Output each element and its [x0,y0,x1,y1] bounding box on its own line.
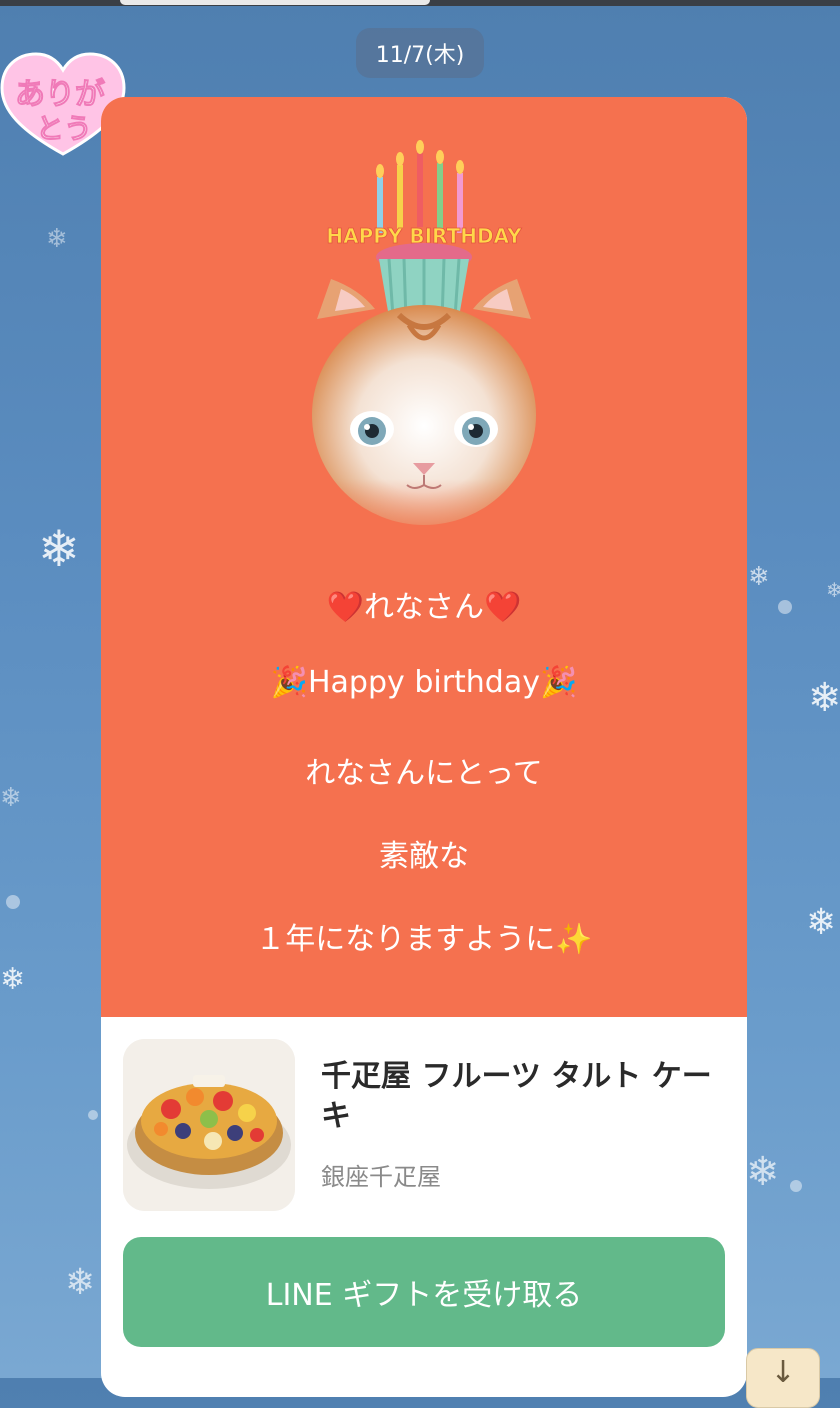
snowflake-icon: ❄ [746,1149,780,1195]
snowflake-icon: ❄ [806,902,837,943]
scroll-to-bottom-button[interactable]: ↓ [746,1348,820,1408]
product-brand: 銀座千疋屋 [321,1163,441,1191]
snowflake-icon: ❄ [65,1262,96,1303]
snowflake-icon: ❄ [808,675,840,721]
birthday-candles: HAPPY BIRTHDAY [326,140,523,248]
snow-dot [6,895,20,909]
message-line-1: ❤️れなさん❤️ [326,590,522,625]
message-line-4: 素敵な [379,839,469,874]
gift-message-card[interactable]: HAPPY BIRTHDAY ❤️れなさん❤️ 🎉Happy birthday🎉… [101,97,747,1397]
snow-dot [88,1110,98,1120]
snowflake-icon: ❄ [0,962,26,997]
arrow-down-icon: ↓ [770,1355,796,1390]
snow-dot [778,600,792,614]
fruit-tart-image [123,1039,295,1211]
chat-date-label: 11/7(木) [356,28,484,78]
message-line-2: 🎉Happy birthday🎉 [270,665,578,700]
message-line-5: １年になりますように✨ [255,922,593,957]
fruit-tart-illustration [123,1039,295,1211]
snowflake-icon: ❄ [0,783,22,813]
top-status-strip [0,0,840,6]
snowflake-icon: ❄ [826,578,840,602]
gift-product-row[interactable]: 千疋屋 フルーツ タルト ケーキ 銀座千疋屋 [101,1017,747,1237]
snowflake-icon: ❄ [38,520,80,578]
message-line-3: れなさんにとって [305,756,543,791]
receive-gift-button[interactable]: LINE ギフトを受け取る [123,1237,725,1347]
birthday-kitten-image: HAPPY BIRTHDAY [289,140,559,559]
snowflake-icon: ❄ [748,562,770,592]
snowflake-icon: ❄ [46,224,68,254]
sticker-text-line1: ありが [15,77,105,112]
snow-dot [790,1180,802,1192]
top-status-handle [120,0,430,5]
gift-card-header: HAPPY BIRTHDAY ❤️れなさん❤️ 🎉Happy birthday🎉… [101,97,747,1017]
product-name[interactable]: 千疋屋 フルーツ タルト ケーキ [321,1057,721,1137]
sticker-text-line2: とう [36,112,92,145]
